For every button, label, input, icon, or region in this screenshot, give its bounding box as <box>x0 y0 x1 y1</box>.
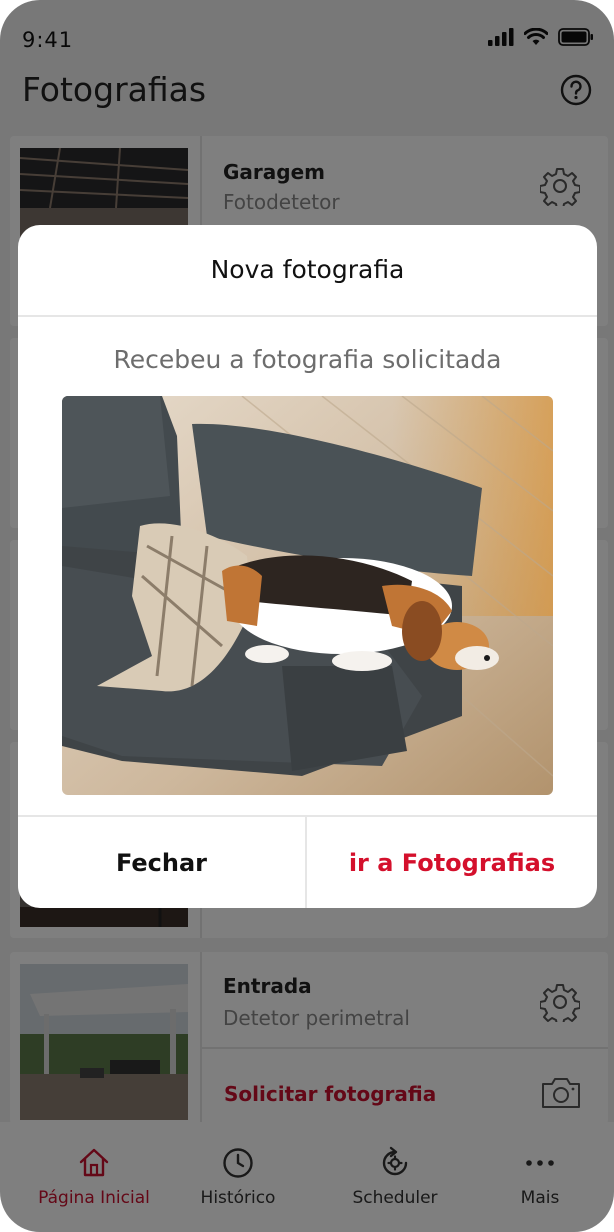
close-button[interactable]: Fechar <box>18 817 305 908</box>
phone-screen: 9:41 Fotografias <box>0 0 614 1232</box>
received-photo <box>62 396 553 795</box>
dialog-title: Nova fotografia <box>210 255 405 284</box>
dialog-divider <box>18 315 597 317</box>
dialog-message: Recebeu a fotografia solicitada <box>113 345 502 374</box>
new-photo-dialog: Nova fotografia Recebeu a fotografia sol… <box>18 225 597 908</box>
go-to-photos-button[interactable]: ir a Fotografias <box>307 817 597 908</box>
